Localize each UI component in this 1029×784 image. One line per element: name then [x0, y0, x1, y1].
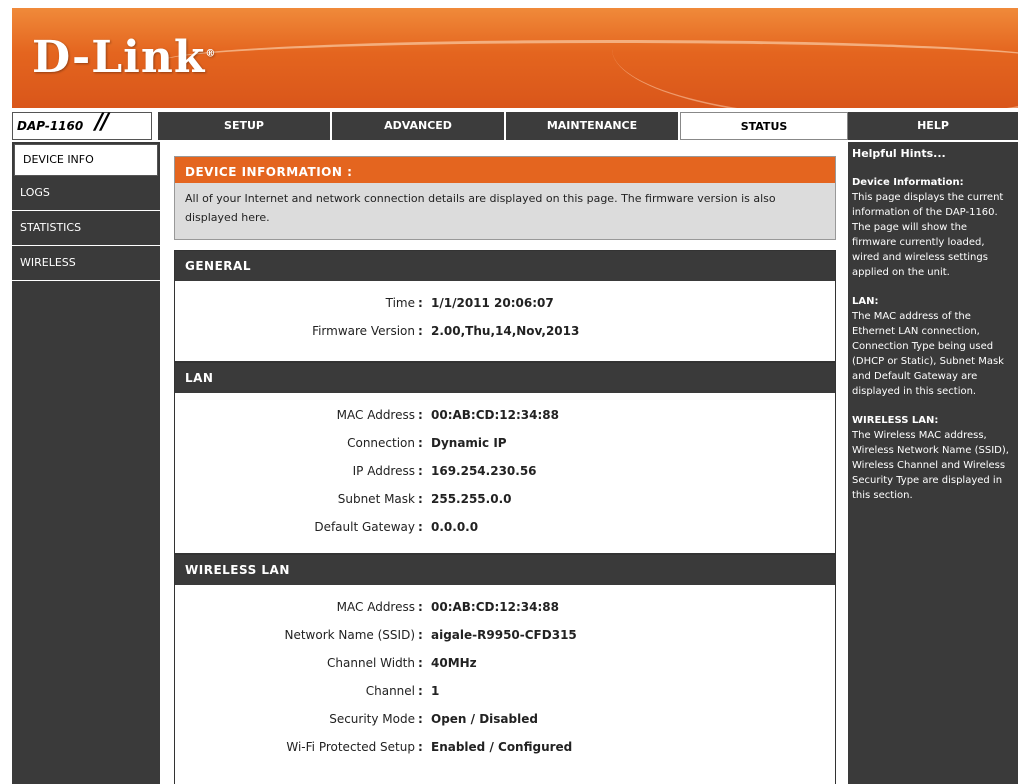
row-label: Security Mode	[329, 712, 415, 726]
row-value: 255.255.0.0	[431, 492, 512, 506]
row-colon: :	[418, 684, 423, 698]
lan-panel: LAN MAC Address:00:AB:CD:12:34:88 Connec…	[174, 362, 836, 554]
help-section-title: Device Information:	[852, 177, 964, 188]
wlan-row: MAC Address:00:AB:CD:12:34:88	[175, 593, 835, 621]
row-label: Network Name (SSID)	[284, 628, 415, 642]
wireless-lan-title: WIRELESS LAN	[175, 555, 835, 585]
tab-help[interactable]: HELP	[848, 112, 1018, 140]
row-label: MAC Address	[336, 600, 415, 614]
top-nav: DAP-1160// SETUP ADVANCED MAINTENANCE ST…	[12, 110, 1018, 140]
wlan-row: Security Mode: Open / Disabled	[175, 705, 835, 733]
wlan-row: Channel Width:40MHz	[175, 649, 835, 677]
help-heading: Helpful Hints...	[852, 147, 946, 160]
general-row: Time : 1/1/2011 20:06:07	[175, 289, 835, 317]
row-label: Channel	[365, 684, 415, 698]
help-section-text: The Wireless MAC address, Wireless Netwo…	[852, 430, 1009, 501]
lan-row: MAC Address:00:AB:CD:12:34:88	[175, 401, 835, 429]
lan-row: Subnet Mask:255.255.0.0	[175, 485, 835, 513]
sidebar-item-logs[interactable]: LOGS	[12, 176, 160, 211]
row-value: Dynamic IP	[431, 436, 507, 450]
wlan-row: Channel:1	[175, 677, 835, 705]
general-title: GENERAL	[175, 251, 835, 281]
help-section-title: WIRELESS LAN:	[852, 415, 939, 426]
tab-maintenance[interactable]: MAINTENANCE	[506, 112, 680, 140]
slash-icon: //	[95, 110, 109, 135]
row-value: 00:AB:CD:12:34:88	[431, 408, 559, 422]
row-colon: :	[418, 628, 423, 642]
device-info-title: DEVICE INFORMATION :	[175, 157, 835, 183]
row-value: 40MHz	[431, 656, 477, 670]
row-label: Time	[385, 296, 415, 310]
wireless-lan-panel: WIRELESS LAN MAC Address:00:AB:CD:12:34:…	[174, 554, 836, 784]
device-info-panel: DEVICE INFORMATION : All of your Interne…	[174, 156, 836, 240]
sidebar-item-wireless[interactable]: WIRELESS	[12, 246, 160, 281]
tab-setup[interactable]: SETUP	[158, 112, 332, 140]
general-panel: GENERAL Time : 1/1/2011 20:06:07 Firmwar…	[174, 250, 836, 362]
row-value: 0.0.0.0	[431, 520, 479, 534]
tab-advanced[interactable]: ADVANCED	[332, 112, 506, 140]
row-label: Firmware Version	[312, 324, 415, 338]
sidebar: DEVICE INFO LOGS STATISTICS WIRELESS	[12, 142, 160, 784]
device-info-description: All of your Internet and network connect…	[185, 192, 776, 224]
row-label: Channel Width	[327, 656, 415, 670]
row-value: 00:AB:CD:12:34:88	[431, 600, 559, 614]
row-colon: :	[418, 600, 423, 614]
help-panel: Helpful Hints... Device Information: Thi…	[848, 142, 1018, 784]
lan-row: Connection: Dynamic IP	[175, 429, 835, 457]
row-label: MAC Address	[336, 408, 415, 422]
row-colon: :	[418, 740, 423, 754]
general-row: Firmware Version : 2.00,Thu,14,Nov,2013	[175, 317, 835, 345]
help-section-text: This page displays the current informati…	[852, 192, 1004, 278]
lan-row: IP Address:169.254.230.56	[175, 457, 835, 485]
row-label: Subnet Mask	[337, 492, 415, 506]
row-value: 2.00,Thu,14,Nov,2013	[431, 324, 580, 338]
row-colon: :	[418, 436, 423, 450]
row-value: Open / Disabled	[431, 712, 538, 726]
row-colon: :	[418, 464, 423, 478]
main-content: DEVICE INFORMATION : All of your Interne…	[166, 142, 844, 784]
row-label: Default Gateway	[314, 520, 415, 534]
row-colon: :	[418, 296, 423, 310]
row-label: IP Address	[352, 464, 415, 478]
dlink-logo: D-Link®	[32, 32, 217, 83]
row-colon: :	[418, 492, 423, 506]
row-value: 1	[431, 684, 440, 698]
help-section-text: The MAC address of the Ethernet LAN conn…	[852, 311, 1004, 397]
sidebar-item-device-info[interactable]: DEVICE INFO	[14, 144, 158, 176]
help-section-title: LAN:	[852, 296, 879, 307]
banner-swoosh	[612, 8, 1018, 108]
row-colon: :	[418, 408, 423, 422]
row-value: 169.254.230.56	[431, 464, 537, 478]
row-colon: :	[418, 324, 423, 338]
lan-title: LAN	[175, 363, 835, 393]
row-label: Wi-Fi Protected Setup	[286, 740, 415, 754]
lan-row: Default Gateway:0.0.0.0	[175, 513, 835, 541]
row-colon: :	[418, 520, 423, 534]
sidebar-item-statistics[interactable]: STATISTICS	[12, 211, 160, 246]
tab-status[interactable]: STATUS	[680, 112, 848, 140]
row-label: Connection	[347, 436, 415, 450]
row-colon: :	[418, 656, 423, 670]
row-value: 1/1/2011 20:06:07	[431, 296, 554, 310]
model-badge: DAP-1160//	[12, 110, 152, 140]
wlan-row: Wi-Fi Protected Setup: Enabled / Configur…	[175, 733, 835, 761]
row-value: aigale-R9950-CFD315	[431, 628, 577, 642]
header-banner: D-Link®	[12, 8, 1018, 108]
row-value: Enabled / Configured	[431, 740, 573, 754]
wlan-row: Network Name (SSID): aigale-R9950-CFD315	[175, 621, 835, 649]
row-colon: :	[418, 712, 423, 726]
